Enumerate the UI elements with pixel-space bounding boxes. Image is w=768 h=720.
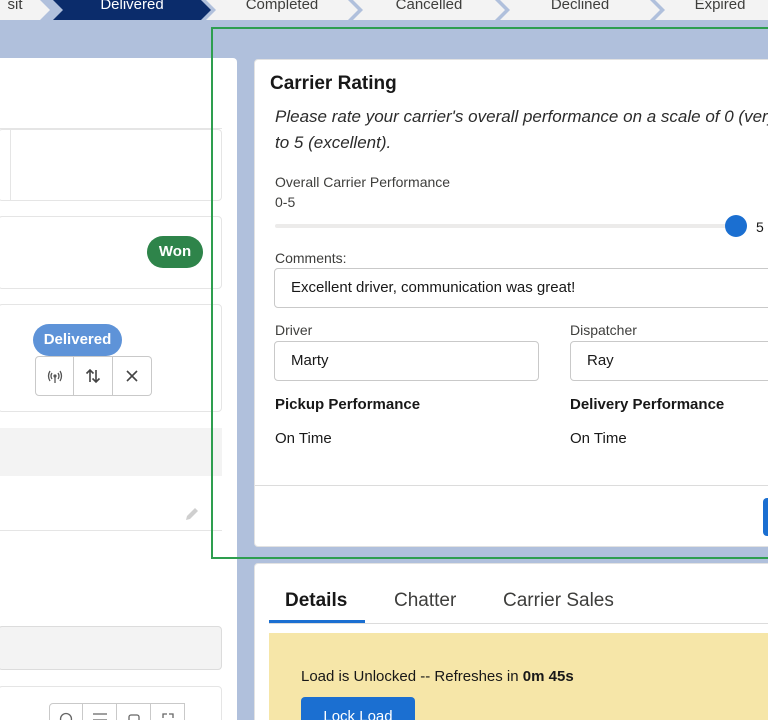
carrier-rating-title: Carrier Rating	[270, 73, 397, 94]
divider	[255, 485, 768, 486]
divider	[10, 130, 11, 200]
path-stage-declined[interactable]: Declined	[500, 0, 660, 20]
broadcast-button[interactable]	[35, 356, 74, 396]
expand-button[interactable]	[151, 703, 185, 720]
divider	[0, 530, 222, 531]
path-stage-delivered[interactable]: Delivered	[53, 0, 211, 20]
left-toolbar	[49, 703, 185, 720]
driver-field[interactable]: Marty	[274, 341, 539, 381]
close-icon	[126, 370, 138, 382]
rating-instructions-line2: to 5 (excellent).	[275, 133, 392, 152]
tab-carrier-sales[interactable]: Carrier Sales	[503, 590, 614, 612]
path-stage-completed[interactable]: Completed	[206, 0, 358, 20]
lock-status-message: Load is Unlocked -- Refreshes in	[301, 668, 523, 685]
path-stage-cancelled[interactable]: Cancelled	[353, 0, 505, 20]
tab-divider	[269, 623, 768, 624]
edit-pencil-icon[interactable]	[183, 505, 201, 527]
broadcast-icon	[47, 370, 62, 383]
driver-label: Driver	[275, 322, 313, 338]
won-badge: Won	[147, 236, 203, 268]
path-stage-in-transit[interactable]: sit	[0, 0, 50, 20]
window-button[interactable]	[117, 703, 151, 720]
range-label: 0-5	[275, 194, 296, 210]
path-stage-label: sit	[7, 0, 23, 13]
carrier-rating-card: Carrier Rating Please rate your carrier'…	[254, 59, 768, 547]
delivery-performance-value: On Time	[570, 430, 627, 447]
path-stage-label: Delivered	[100, 0, 164, 13]
lock-status-text: Load is Unlocked -- Refreshes in 0m 45s	[301, 668, 574, 685]
rating-instructions: Please rate your carrier's overall perfo…	[275, 104, 768, 156]
swap-arrows-icon	[85, 368, 101, 384]
rating-instructions-line1: Please rate your carrier's overall perfo…	[275, 107, 768, 126]
tab-details[interactable]: Details	[285, 590, 347, 612]
pickup-performance-heading: Pickup Performance	[275, 396, 421, 413]
path-stage-expired[interactable]: Expired	[655, 0, 768, 20]
delivered-status-badge: Delivered	[33, 324, 122, 356]
comments-label: Comments:	[275, 250, 347, 266]
expand-icon	[161, 713, 174, 718]
path-stage-label: Expired	[694, 0, 746, 13]
lock-load-button[interactable]: Lock Load	[301, 697, 415, 720]
submit-rating-button[interactable]	[763, 498, 768, 536]
left-section-header	[0, 428, 222, 476]
clock-icon	[59, 712, 73, 720]
left-grey-field	[0, 626, 222, 670]
clock-button[interactable]	[49, 703, 83, 720]
left-card-1	[0, 129, 222, 201]
resize-icon	[92, 713, 107, 720]
active-tab-indicator	[269, 620, 365, 623]
dispatcher-field[interactable]: Ray	[570, 341, 768, 381]
path-stage-label: Cancelled	[395, 0, 463, 13]
close-button[interactable]	[113, 356, 152, 396]
delivery-performance-heading: Delivery Performance	[570, 396, 725, 413]
path-stage-label: Declined	[550, 0, 610, 13]
window-icon	[127, 714, 140, 720]
path-bar: sit Delivered Completed Cancelled Declin…	[0, 0, 768, 20]
slider-thumb[interactable]	[725, 215, 747, 237]
resize-button[interactable]	[83, 703, 117, 720]
record-tabs-card: Details Chatter Carrier Sales Load is Un…	[254, 563, 768, 720]
tab-chatter[interactable]: Chatter	[394, 590, 456, 612]
performance-label: Overall Carrier Performance	[275, 174, 451, 190]
comments-field[interactable]: Excellent driver, communication was grea…	[274, 268, 768, 308]
swap-button[interactable]	[74, 356, 113, 396]
lock-notice: Load is Unlocked -- Refreshes in 0m 45s …	[269, 633, 768, 720]
path-stage-label: Completed	[245, 0, 319, 13]
refresh-countdown: 0m 45s	[522, 668, 574, 685]
slider-value: 5	[756, 219, 764, 235]
status-action-group	[35, 356, 152, 396]
dispatcher-label: Dispatcher	[570, 322, 637, 338]
pickup-performance-value: On Time	[275, 430, 332, 447]
performance-slider[interactable]	[275, 215, 747, 237]
